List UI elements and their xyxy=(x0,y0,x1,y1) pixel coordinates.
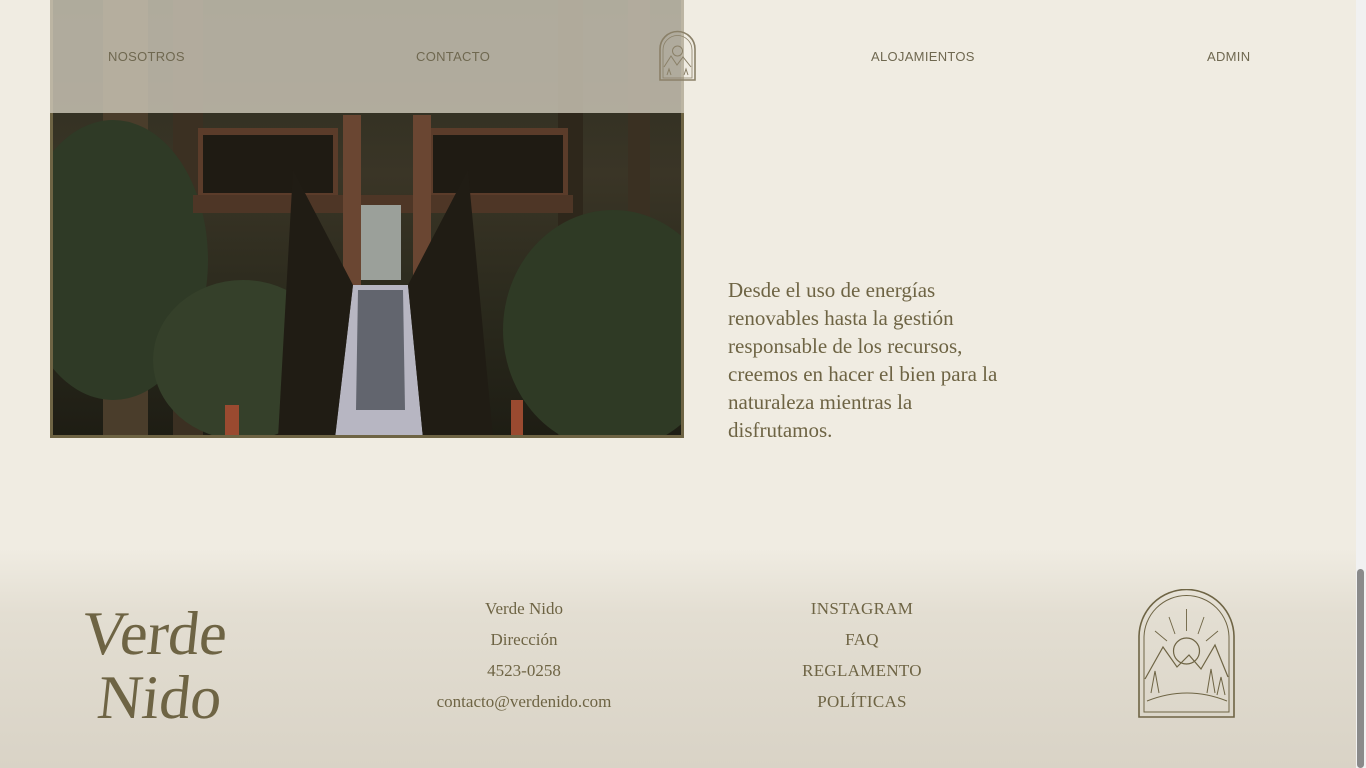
nav-link-contacto[interactable]: CONTACTO xyxy=(416,49,490,64)
nav-link-alojamientos[interactable]: ALOJAMIENTOS xyxy=(871,49,975,64)
footer-link-faq[interactable]: FAQ xyxy=(752,629,972,660)
footer-link-instagram[interactable]: INSTAGRAM xyxy=(752,598,972,629)
footer-link-reglamento[interactable]: REGLAMENTO xyxy=(752,660,972,691)
footer-brand-name: Verde Nido xyxy=(485,599,563,618)
footer-link-politicas[interactable]: POLÍTICAS xyxy=(752,691,972,722)
footer-address: Dirección xyxy=(490,630,558,649)
wordmark-line2: Nido xyxy=(94,664,225,730)
mountain-sun-emblem-icon xyxy=(1138,589,1235,718)
scrollbar-thumb[interactable] xyxy=(1357,569,1364,768)
footer-links: INSTAGRAM FAQ REGLAMENTO POLÍTICAS xyxy=(752,598,972,722)
top-navigation: NOSOTROS CONTACTO ALOJAMIENTOS ADMIN xyxy=(0,0,1366,113)
footer-email[interactable]: contacto@verdenido.com xyxy=(404,691,644,722)
footer-phone: 4523-0258 xyxy=(487,661,561,680)
nav-link-admin[interactable]: ADMIN xyxy=(1207,49,1250,64)
wordmark-line1: Verde xyxy=(80,600,231,668)
mountain-sun-arch-icon[interactable] xyxy=(657,29,698,81)
nav-link-nosotros[interactable]: NOSOTROS xyxy=(108,49,185,64)
footer-info: Verde Nido Dirección 4523-0258 contacto@… xyxy=(404,598,644,722)
verde-nido-wordmark: Verde Nido xyxy=(80,600,231,730)
sustainability-text: Desde el uso de energías renovables hast… xyxy=(728,278,998,442)
